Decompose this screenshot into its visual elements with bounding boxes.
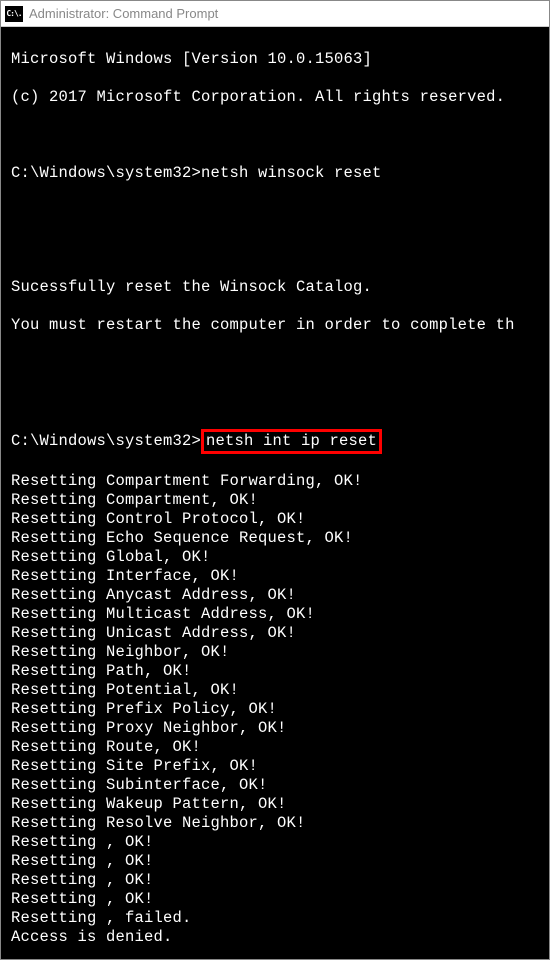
terminal-line: (c) 2017 Microsoft Corporation. All righ… [11, 88, 547, 107]
terminal-line: Resetting Global, OK! [11, 548, 547, 567]
terminal-line: You must restart the computer in order t… [11, 316, 547, 335]
prompt-command: netsh winsock reset [201, 164, 382, 182]
prompt-path: C:\Windows\system32> [11, 164, 201, 182]
terminal-line: Resetting Subinterface, OK! [11, 776, 547, 795]
prompt-line: C:\Windows\system32>netsh winsock reset [11, 164, 547, 183]
terminal-line: Resetting Proxy Neighbor, OK! [11, 719, 547, 738]
terminal-line: Resetting Echo Sequence Request, OK! [11, 529, 547, 548]
terminal-line: Resetting Neighbor, OK! [11, 643, 547, 662]
highlighted-command: netsh int ip reset [201, 429, 382, 454]
terminal-line: Access is denied. [11, 928, 547, 947]
terminal-line: Resetting Anycast Address, OK! [11, 586, 547, 605]
terminal-line: Resetting Compartment Forwarding, OK! [11, 472, 547, 491]
terminal-line [11, 240, 547, 259]
terminal-line: Resetting Resolve Neighbor, OK! [11, 814, 547, 833]
terminal-line: Resetting , OK! [11, 871, 547, 890]
terminal-line: Resetting Multicast Address, OK! [11, 605, 547, 624]
terminal-line: Resetting Potential, OK! [11, 681, 547, 700]
terminal-line [11, 392, 547, 411]
terminal-line: Resetting Route, OK! [11, 738, 547, 757]
cmd-icon: C:\. [5, 6, 23, 22]
titlebar[interactable]: C:\. Administrator: Command Prompt [1, 1, 549, 27]
terminal-line [11, 354, 547, 373]
terminal-line: Sucessfully reset the Winsock Catalog. [11, 278, 547, 297]
terminal-line: Resetting Wakeup Pattern, OK! [11, 795, 547, 814]
terminal-line: Resetting Prefix Policy, OK! [11, 700, 547, 719]
terminal-output[interactable]: Microsoft Windows [Version 10.0.15063] (… [1, 27, 549, 959]
terminal-line: Resetting , OK! [11, 833, 547, 852]
terminal-line: Resetting Path, OK! [11, 662, 547, 681]
terminal-line: Resetting Unicast Address, OK! [11, 624, 547, 643]
terminal-line [11, 126, 547, 145]
terminal-line: Resetting Control Protocol, OK! [11, 510, 547, 529]
reset-output-block: Resetting Compartment Forwarding, OK!Res… [11, 472, 547, 959]
prompt-path: C:\Windows\system32> [11, 432, 201, 450]
window-title: Administrator: Command Prompt [29, 6, 218, 21]
terminal-line: Resetting Site Prefix, OK! [11, 757, 547, 776]
terminal-line: Resetting Compartment, OK! [11, 491, 547, 510]
terminal-line [11, 202, 547, 221]
terminal-line: Resetting , OK! [11, 890, 547, 909]
terminal-line: Resetting Interface, OK! [11, 567, 547, 586]
terminal-line: Microsoft Windows [Version 10.0.15063] [11, 50, 547, 69]
terminal-line: Resetting , failed. [11, 909, 547, 928]
terminal-line [11, 947, 547, 959]
prompt-line: C:\Windows\system32>netsh int ip reset [11, 430, 547, 453]
terminal-line: Resetting , OK! [11, 852, 547, 871]
